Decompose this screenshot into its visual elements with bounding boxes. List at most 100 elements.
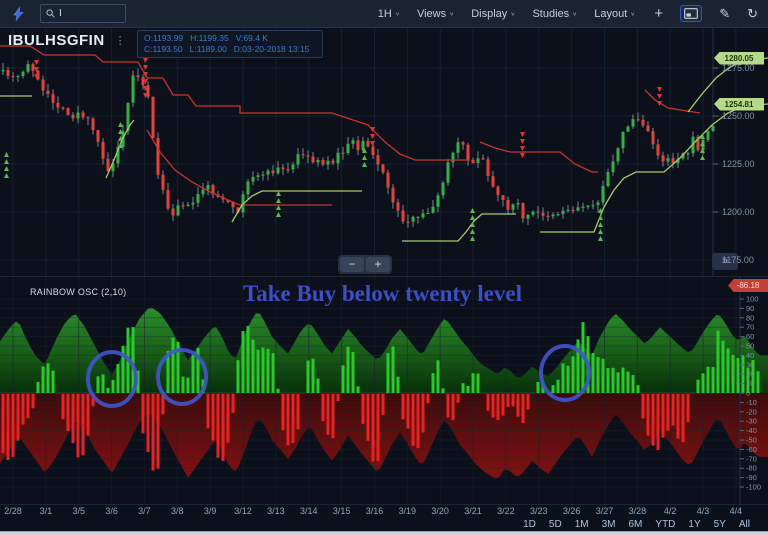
oscillator-value-badge: -86.18 bbox=[728, 279, 768, 292]
osc-axis-label: 100 bbox=[746, 295, 759, 304]
chevron-down-icon: ∨ bbox=[572, 11, 578, 17]
candlestick-chart[interactable] bbox=[0, 28, 768, 276]
range-button-5d[interactable]: 5D bbox=[549, 519, 562, 530]
chart-annotation-text: Take Buy below twenty level bbox=[243, 281, 522, 306]
price-axis-label: 1175.00 bbox=[722, 255, 754, 265]
date-label: 3/26 bbox=[562, 506, 581, 516]
osc-axis-label: -20 bbox=[746, 407, 757, 416]
top-toolbar: I 1H ∨ Views ∨ Display ∨ Studies ∨ Layout ∨ + ✎ ↻ bbox=[0, 0, 768, 28]
menu-label: Display bbox=[471, 7, 508, 20]
zoom-controls: − + bbox=[338, 255, 392, 274]
osc-axis-label: -50 bbox=[746, 436, 757, 445]
search-input[interactable]: I bbox=[40, 4, 126, 23]
price-axis-label: 1275.00 bbox=[722, 63, 755, 73]
panel-toggle-button[interactable] bbox=[680, 5, 703, 22]
price-chart-panel[interactable]: IBULHSGFIN ⋮ O:1193.99 H:1199.35 V:69.4 K … bbox=[0, 28, 768, 276]
date-label: 3/27 bbox=[595, 506, 614, 516]
range-selector: 1D 5D 1M 3M 6M YTD 1Y 5Y All bbox=[0, 518, 768, 531]
ohlc-close: C:1193.50 bbox=[144, 44, 183, 54]
osc-axis-label: 70 bbox=[746, 323, 754, 332]
ohlc-open: O:1193.99 bbox=[144, 33, 184, 43]
menu-layout[interactable]: Layout ∨ bbox=[594, 8, 635, 20]
date-label: 3/8 bbox=[171, 506, 184, 516]
date-label: 2/28 bbox=[4, 506, 22, 516]
ohlc-low: L:1189.00 bbox=[189, 44, 227, 54]
indicator-label[interactable]: RAINBOW OSC (2,10) bbox=[30, 287, 126, 297]
osc-axis-label: -90 bbox=[746, 473, 757, 482]
ohlc-high: H:1199.35 bbox=[190, 33, 229, 43]
range-button-ytd[interactable]: YTD bbox=[655, 519, 675, 530]
symbol-name: IBULHSGFIN bbox=[8, 32, 105, 49]
app-logo-icon[interactable] bbox=[10, 5, 28, 23]
zoom-out-button[interactable]: − bbox=[340, 257, 364, 272]
menu-display[interactable]: Display ∨ bbox=[471, 8, 515, 20]
date-label: 3/20 bbox=[431, 506, 449, 516]
range-button-5y[interactable]: 5Y bbox=[714, 519, 726, 530]
date-label: 3/14 bbox=[299, 506, 318, 516]
date-label: 3/7 bbox=[138, 506, 151, 516]
osc-axis-label: -10 bbox=[746, 398, 757, 407]
date-label: 3/23 bbox=[529, 506, 548, 516]
range-button-1y[interactable]: 1Y bbox=[688, 519, 700, 530]
osc-axis-label: 20 bbox=[746, 370, 754, 379]
chevron-down-icon: ∨ bbox=[449, 11, 455, 17]
menu-1h[interactable]: 1H ∨ bbox=[378, 8, 400, 20]
date-label: 4/3 bbox=[696, 506, 710, 516]
oscillator-chart[interactable]: 1009080706050403020100-10-20-30-40-50-60… bbox=[0, 277, 768, 504]
price-axis-label: 1200.00 bbox=[722, 207, 755, 217]
ohlc-date: D:03-20-2018 13:15 bbox=[233, 44, 310, 54]
symbol-title: IBULHSGFIN ⋮ bbox=[8, 32, 126, 49]
osc-axis-label: 30 bbox=[746, 360, 754, 369]
date-label: 4/4 bbox=[729, 506, 743, 516]
date-label: 3/28 bbox=[628, 506, 647, 516]
ohlc-tooltip: O:1193.99 H:1199.35 V:69.4 K C:1193.50 L:11… bbox=[137, 30, 324, 58]
date-label: 3/9 bbox=[203, 506, 217, 516]
osc-axis-label: 10 bbox=[746, 379, 754, 388]
range-button-1m[interactable]: 1M bbox=[575, 519, 589, 530]
osc-axis-label: -40 bbox=[746, 426, 757, 435]
price-axis-label: 1225.00 bbox=[722, 159, 755, 169]
trading-app: I 1H ∨ Views ∨ Display ∨ Studies ∨ Layout ∨ + ✎ ↻ … bbox=[0, 0, 768, 535]
zoom-in-button[interactable]: + bbox=[366, 257, 390, 272]
osc-axis-label: -30 bbox=[746, 417, 757, 426]
osc-axis-label: 0 bbox=[746, 389, 750, 398]
date-label: 4/2 bbox=[663, 506, 677, 516]
add-icon[interactable]: + bbox=[654, 5, 663, 22]
time-axis[interactable]: 2/28 3/1 3/5 3/6 3/7 3/8 3/9 3/12 3/13 3/14 3/15 3/… bbox=[0, 504, 768, 518]
osc-axis-label: -60 bbox=[746, 445, 757, 454]
range-button-3m[interactable]: 3M bbox=[602, 519, 616, 530]
menu-label: Layout bbox=[594, 7, 628, 20]
menu-studies[interactable]: Studies ∨ bbox=[532, 8, 577, 20]
refresh-icon[interactable]: ↻ bbox=[747, 6, 758, 22]
range-button-all[interactable]: All bbox=[739, 519, 750, 530]
range-button-6m[interactable]: 6M bbox=[629, 519, 643, 530]
chevron-down-icon: ∨ bbox=[630, 11, 636, 17]
panel-icon bbox=[684, 8, 699, 19]
date-label: 3/21 bbox=[464, 506, 482, 516]
date-label: 3/1 bbox=[39, 506, 53, 516]
osc-axis-label: -100 bbox=[746, 483, 761, 492]
symbol-menu-icon[interactable]: ⋮ bbox=[115, 34, 127, 47]
last-price-badge: 1280.05 bbox=[714, 51, 764, 65]
osc-axis-label: -70 bbox=[746, 454, 757, 463]
date-label: 3/19 bbox=[398, 506, 417, 516]
date-label: 3/22 bbox=[497, 506, 515, 516]
toolbar-menus: 1H ∨ Views ∨ Display ∨ Studies ∨ Layout ∨ + ✎ ↻ bbox=[378, 5, 758, 22]
range-button-1d[interactable]: 1D bbox=[523, 519, 536, 530]
date-label: 3/5 bbox=[72, 506, 85, 516]
osc-axis-label: 40 bbox=[746, 351, 754, 360]
search-icon bbox=[46, 9, 55, 18]
osc-axis-label: -80 bbox=[746, 464, 757, 473]
menu-label: Studies bbox=[532, 7, 570, 20]
window-edge bbox=[0, 531, 768, 535]
date-label: 3/15 bbox=[332, 506, 351, 516]
oscillator-panel[interactable]: 100 90 80 70 60 50 40 30 20 10 0 -10 -20 -30 -40 -50 -60… bbox=[0, 276, 768, 504]
menu-views[interactable]: Views ∨ bbox=[417, 8, 454, 20]
date-label: 3/16 bbox=[365, 506, 384, 516]
draw-icon[interactable]: ✎ bbox=[719, 6, 730, 22]
chevron-down-icon: ∨ bbox=[394, 11, 400, 17]
date-label: 3/13 bbox=[267, 506, 285, 516]
osc-axis-label: 50 bbox=[746, 342, 754, 351]
search-value: I bbox=[59, 8, 62, 19]
osc-axis-label: 90 bbox=[746, 304, 754, 313]
